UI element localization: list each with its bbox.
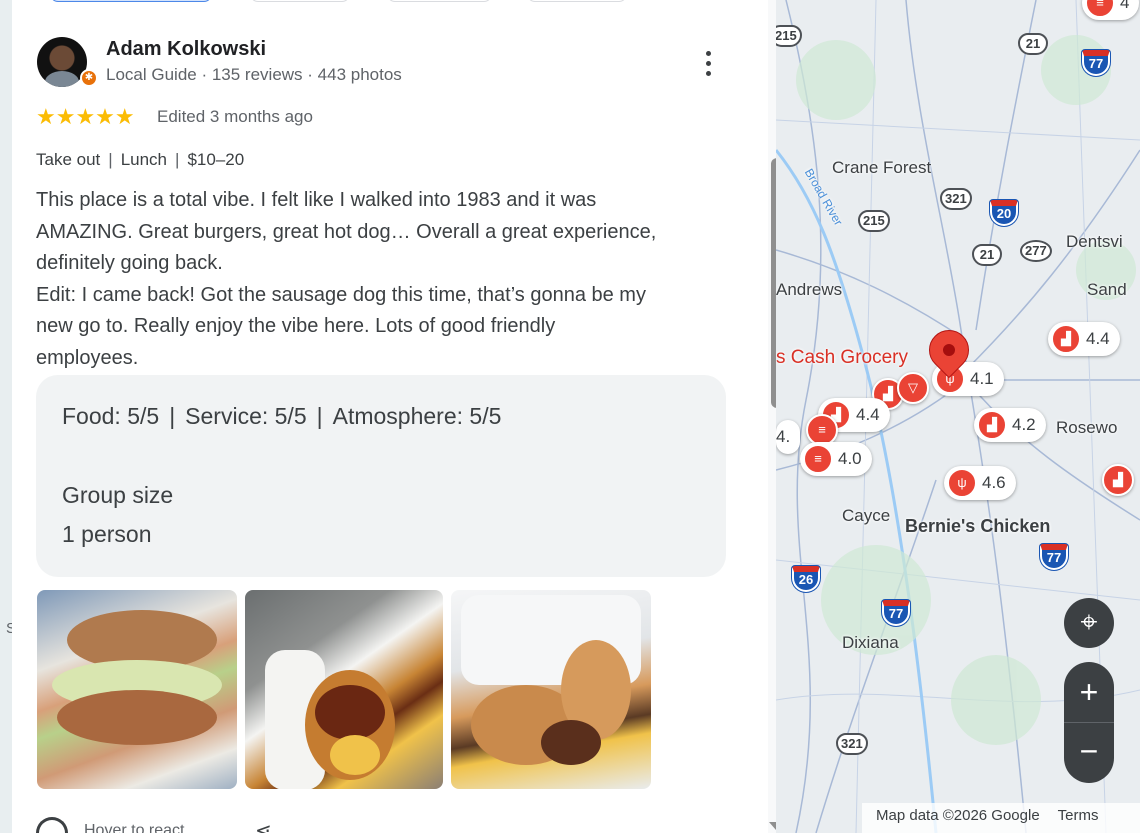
filter-chip[interactable] <box>250 0 350 2</box>
map-view[interactable]: Crane Forest Broad River Andrews Dentsvi… <box>776 0 1140 833</box>
restaurant-pin[interactable]: ≡ 4.0 <box>800 442 872 476</box>
restaurant-pin[interactable]: ▟ <box>1102 464 1134 496</box>
pin-rating-value: 4.4 <box>856 405 880 424</box>
pin-rating-value: 4 <box>1120 0 1130 12</box>
restaurant-pin[interactable]: 4. <box>776 420 801 454</box>
pin-rating-value: 4.2 <box>1012 415 1036 434</box>
restaurant-icon: ψ <box>947 468 977 498</box>
review-photo-hotdog[interactable] <box>245 590 443 789</box>
review-attributes: Food: 5/5 | Service: 5/5 | Atmosphere: 5/5 G… <box>36 375 726 577</box>
attribute-separator: | <box>316 403 323 429</box>
pin-rating-value: 4.0 <box>838 449 862 468</box>
heart-icon[interactable] <box>36 817 68 833</box>
review-text-line: AMAZING. Great burgers, great hot dog… O… <box>36 220 657 243</box>
place-dentsville[interactable]: Dentsvi <box>1066 232 1123 252</box>
map-attribution[interactable]: Map data ©2026 Google <box>876 807 1040 824</box>
pin-rating-value: 4. <box>776 427 791 446</box>
place-andrews[interactable]: Andrews <box>776 280 842 300</box>
review-text-line: new go to. Really enjoy the vibe here. L… <box>36 315 556 337</box>
map-edge-strip: S <box>0 0 16 833</box>
review-panel: ✱ Adam Kolkowski Local Guide · 135 revie… <box>12 0 776 833</box>
place-cash-grocery[interactable]: s Cash Grocery <box>776 347 908 369</box>
more-vert-icon[interactable] <box>696 46 720 80</box>
place-bernies-chicken[interactable]: Bernie's Chicken <box>905 516 1050 537</box>
react-hint[interactable]: Hover to react <box>84 822 184 833</box>
restaurant-pin[interactable]: ▟ 4.2 <box>974 408 1046 442</box>
terms-link[interactable]: Terms <box>1058 807 1099 824</box>
route-shield: 21 <box>972 244 1002 266</box>
route-shield: 277 <box>1020 240 1052 262</box>
pin-rating-value: 4.1 <box>970 369 994 388</box>
restaurant-pin[interactable]: ψ 4.6 <box>944 466 1016 500</box>
food-rating: Food: 5/5 <box>62 403 160 429</box>
burger-icon: ≡ <box>803 444 833 474</box>
route-shield: 21 <box>1018 33 1048 55</box>
review-text-line: Edit: I came back! Got the sausage dog t… <box>36 283 646 306</box>
star-rating: ★★★★★ <box>36 104 135 129</box>
tag-separator: | <box>175 150 180 169</box>
route-shield: 321 <box>940 188 972 210</box>
map-footer: Map data ©2026 Google Terms <box>862 803 1140 833</box>
route-shield: 215 <box>858 210 890 232</box>
attribute-ratings: Food: 5/5 | Service: 5/5 | Atmosphere: 5/5 <box>62 403 700 430</box>
place-crane-forest[interactable]: Crane Forest <box>832 158 931 178</box>
review-text-line: employees. <box>36 346 139 369</box>
atmosphere-rating: Atmosphere: 5/5 <box>332 403 502 429</box>
restaurant-pin[interactable]: ≡ 4 <box>1082 0 1140 20</box>
review-tags: Take out | Lunch | $10–20 <box>36 150 244 170</box>
restaurant-pin[interactable]: ▟ 4.4 <box>1048 322 1120 356</box>
tag-price: $10–20 <box>187 150 245 169</box>
place-cayce[interactable]: Cayce <box>842 506 890 526</box>
local-guide-badge-icon: ✱ <box>80 69 98 87</box>
filter-chip[interactable] <box>527 0 627 2</box>
place-rosewood[interactable]: Rosewo <box>1056 418 1117 438</box>
ice-cream-icon[interactable]: ▽ <box>897 372 929 404</box>
review-photo-burger[interactable] <box>37 590 237 789</box>
burger-icon: ≡ <box>1085 0 1115 18</box>
route-shield: 321 <box>836 733 868 755</box>
scroll-down-arrow-icon[interactable] <box>769 822 776 830</box>
review-text-line: This place is a total vibe. I felt like … <box>36 189 597 211</box>
reviewer-name[interactable]: Adam Kolkowski <box>106 38 266 61</box>
pin-rating-value: 4.6 <box>982 473 1006 492</box>
zoom-out-button[interactable]: − <box>1064 723 1114 783</box>
pin-rating-value: 4.4 <box>1086 329 1110 348</box>
tag-separator: | <box>108 150 113 169</box>
takeout-icon: ▟ <box>977 410 1007 440</box>
review-text-line: definitely going back. <box>36 252 223 274</box>
tag-meal-type: Lunch <box>120 150 168 169</box>
locate-icon[interactable]: ⌖ <box>1064 598 1114 648</box>
attribute-separator: | <box>169 403 176 429</box>
group-size-value: 1 person <box>62 521 152 547</box>
scrollbar-track[interactable] <box>768 0 776 833</box>
group-size-label: Group size <box>62 482 174 508</box>
tag-service-type: Take out <box>36 150 101 169</box>
filter-chip[interactable] <box>387 0 492 2</box>
takeout-icon: ▟ <box>1051 324 1081 354</box>
zoom-in-button[interactable]: + <box>1064 662 1114 722</box>
place-dixiana[interactable]: Dixiana <box>842 633 899 653</box>
review-photo-sandwich[interactable] <box>451 590 651 789</box>
edited-timestamp: Edited 3 months ago <box>157 107 313 126</box>
share-icon[interactable]: ⋖ <box>255 818 277 833</box>
filter-chip-active[interactable] <box>50 0 212 2</box>
route-shield: 215 <box>776 25 802 47</box>
reviewer-meta[interactable]: Local Guide · 135 reviews · 443 photos <box>106 65 402 85</box>
place-sandhills[interactable]: Sand <box>1087 280 1127 300</box>
service-rating: Service: 5/5 <box>185 403 307 429</box>
review-text: This place is a total vibe. I felt like … <box>36 185 736 374</box>
